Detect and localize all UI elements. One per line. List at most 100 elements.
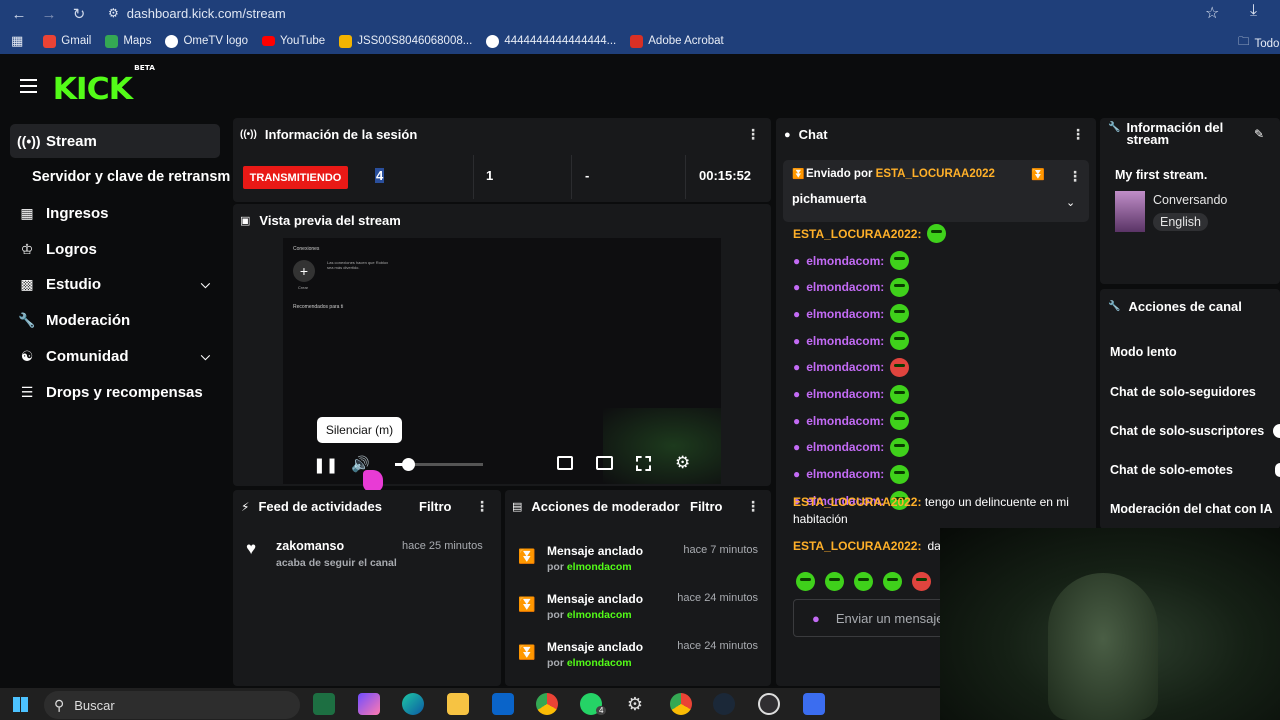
toggle-switch[interactable] (1273, 424, 1280, 438)
edit-pencil-icon[interactable]: ✎ (1254, 127, 1264, 141)
mod-filter-button[interactable]: Filtro (690, 499, 723, 514)
chat-username[interactable]: ESTA_LOCURAA2022: (793, 495, 921, 509)
bookmark-youtube[interactable]: YouTube (262, 35, 325, 47)
apps-grid-icon[interactable]: ▦ (11, 33, 23, 49)
more-options-icon[interactable]: ⋮ (1068, 168, 1082, 185)
mod-user-link[interactable]: elmondacom (567, 657, 632, 669)
feed-filter-button[interactable]: Filtro (419, 499, 452, 514)
steam-icon[interactable] (713, 693, 735, 715)
mod-user-link[interactable]: elmondacom (567, 561, 632, 573)
channel-action-followers-only[interactable]: Chat de solo-seguidores (1110, 385, 1256, 399)
bookmark-acrobat[interactable]: Adobe Acrobat (630, 34, 724, 48)
language-tag: English (1153, 213, 1208, 231)
video-player[interactable]: Conexiones + Crear Las conexiones hacen … (283, 238, 721, 484)
chat-username[interactable]: ESTA_LOCURAA2022: (793, 539, 921, 553)
panel-title: Acciones de canal (1128, 299, 1242, 314)
url-field[interactable]: ⚙ dashboard.kick.com/stream (108, 2, 1238, 24)
bookmark-ometv[interactable]: OmeTV logo (165, 34, 248, 48)
bookmark-gmail[interactable]: Gmail (43, 34, 91, 48)
app-icon[interactable] (803, 693, 825, 715)
emote-icon[interactable] (796, 572, 815, 591)
kick-logo[interactable]: KICKBETA (53, 64, 155, 107)
sidebar-item-label: Drops y recompensas (46, 383, 203, 401)
theater-icon[interactable] (596, 456, 613, 470)
emote-icon[interactable] (825, 572, 844, 591)
bookmark-maps[interactable]: Maps (105, 34, 151, 48)
pinned-user[interactable]: ESTA_LOCURAA2022 (876, 168, 995, 180)
fullscreen-icon[interactable] (636, 456, 651, 471)
chat-username[interactable]: ESTA_LOCURAA2022: (793, 227, 921, 241)
pinned-message[interactable]: ⏬ Enviado por ESTA_LOCURAA2022 ⏬ ⋮ picha… (783, 160, 1089, 222)
chat-username[interactable]: elmondacom: (806, 307, 884, 321)
emote-icon[interactable] (883, 572, 902, 591)
chat-username[interactable]: elmondacom: (806, 334, 884, 348)
sidebar-item-comunidad[interactable]: ☯ Comunidad ⌵ (10, 339, 220, 373)
bookmark-4444[interactable]: 4444444444444444... (486, 34, 616, 48)
bookmark-jss[interactable]: JSS00S8046068008... (339, 34, 472, 48)
webcam-person (1048, 573, 1158, 720)
sidebar-item-ingresos[interactable]: ▦ Ingresos (10, 196, 220, 230)
toggle-switch[interactable] (1275, 463, 1280, 477)
edge-icon[interactable] (402, 693, 424, 715)
download-icon[interactable]: ⤓ (1250, 2, 1257, 20)
feed-user[interactable]: zakomanso (276, 539, 344, 553)
channel-action-emotes-only[interactable]: Chat de solo-emotes (1110, 463, 1233, 477)
chat-username[interactable]: elmondacom: (806, 440, 884, 454)
obs-icon[interactable] (758, 693, 780, 715)
channel-action-ai-moderation[interactable]: Moderación del chat con IA (1110, 502, 1273, 516)
chevron-down-icon[interactable]: ⌵ (201, 349, 210, 364)
settings-gear-icon[interactable]: ⚙ (675, 453, 690, 473)
emote-icon[interactable] (912, 572, 931, 591)
bookmark-folder[interactable]: 🗀 Todo (1238, 34, 1279, 53)
chrome-icon[interactable] (536, 693, 558, 715)
more-options-icon[interactable]: ⋮ (1071, 126, 1085, 143)
emote-icon[interactable] (854, 572, 873, 591)
chevron-down-icon[interactable]: ⌵ (201, 277, 210, 292)
forward-icon[interactable]: → (38, 3, 60, 25)
top-bar (0, 54, 1280, 116)
bookmark-star-icon[interactable]: ☆ (1205, 3, 1219, 23)
pip-icon[interactable] (557, 456, 573, 470)
camera-icon: ▣ (240, 215, 251, 227)
back-icon[interactable]: ← (8, 3, 30, 25)
chat-username[interactable]: elmondacom: (806, 467, 884, 481)
outlook-icon[interactable] (492, 693, 514, 715)
more-options-icon[interactable]: ⋮ (746, 126, 760, 143)
pause-icon[interactable]: ❚❚ (313, 456, 338, 474)
mod-badge-icon: ● (793, 333, 801, 348)
reload-icon[interactable]: ↻ (68, 3, 90, 25)
chat-username[interactable]: elmondacom: (806, 414, 884, 428)
chat-username[interactable]: elmondacom: (806, 360, 884, 374)
sidebar-item-server-key[interactable]: Servidor y clave de retransm (32, 160, 230, 194)
mod-user-link[interactable]: elmondacom (567, 609, 632, 621)
more-options-icon[interactable]: ⋮ (475, 498, 489, 515)
taskbar-search[interactable]: ⚲ Buscar (44, 691, 300, 719)
volume-slider[interactable] (395, 458, 483, 471)
sidebar-item-estudio[interactable]: ▩ Estudio ⌵ (10, 267, 220, 301)
windows-start-icon[interactable] (13, 697, 28, 712)
copilot-icon[interactable] (358, 693, 380, 715)
chrome-profile-icon[interactable] (670, 693, 692, 715)
channel-action-subs-only[interactable]: Chat de solo-suscriptores (1110, 424, 1264, 438)
category-name[interactable]: Conversando (1153, 193, 1227, 207)
settings-gear-icon[interactable]: ⚙ (624, 693, 646, 715)
unpin-icon[interactable]: ⏬ (1031, 168, 1045, 181)
chat-username[interactable]: elmondacom: (806, 387, 884, 401)
more-options-icon[interactable]: ⋮ (746, 498, 760, 515)
chat-message: ● elmondacom: (793, 357, 910, 377)
sidebar-item-drops[interactable]: ☰ Drops y recompensas (10, 375, 220, 409)
sidebar-item-stream[interactable]: ((•)) Stream (10, 124, 220, 158)
sidebar-item-moderacion[interactable]: 🔧 Moderación (10, 303, 220, 337)
chat-username[interactable]: elmondacom: (806, 254, 884, 268)
chat-username[interactable]: elmondacom: (806, 280, 884, 294)
chevron-down-icon[interactable]: ⌄ (1066, 196, 1075, 209)
sidebar-item-logros[interactable]: ♔ Logros (10, 232, 220, 266)
wrench-icon: 🔧 (18, 311, 36, 328)
channel-action-slow-mode[interactable]: Modo lento (1110, 345, 1177, 359)
file-explorer-icon[interactable] (447, 693, 469, 715)
excel-icon[interactable] (313, 693, 335, 715)
menu-icon[interactable] (20, 79, 37, 93)
mic-icon[interactable]: ● (812, 611, 820, 626)
category-thumbnail[interactable] (1115, 191, 1145, 232)
site-settings-icon[interactable]: ⚙ (108, 6, 119, 20)
